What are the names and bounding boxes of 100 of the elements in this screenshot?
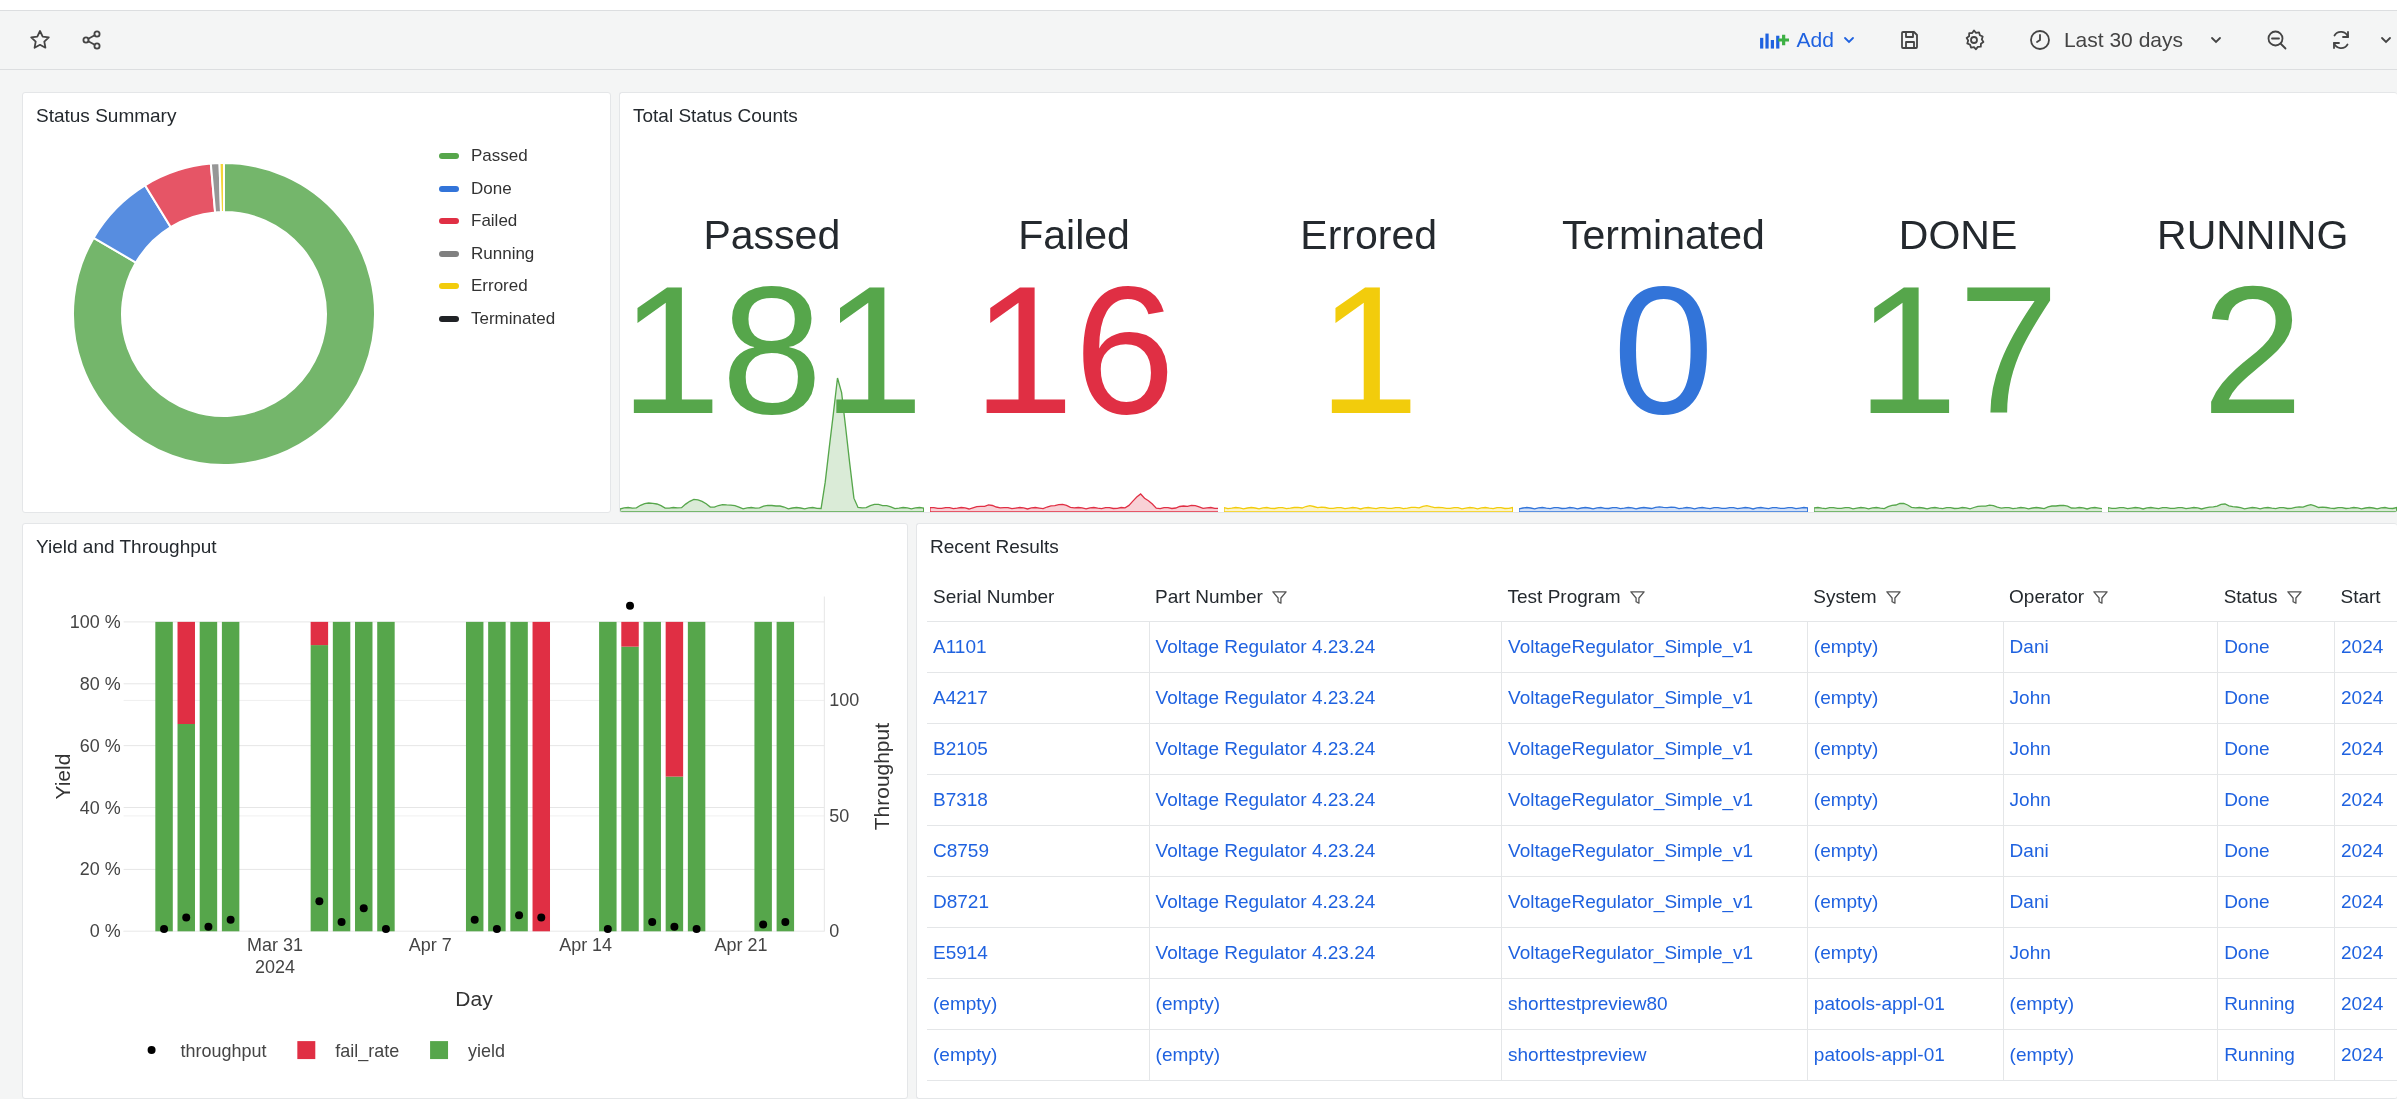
cell-link[interactable]: 2024 <box>2341 789 2384 810</box>
panel-title: Recent Results <box>929 535 1059 559</box>
cell-link[interactable]: Voltage Regulator 4.23.24 <box>1155 789 1376 810</box>
cell-link[interactable]: (empty) <box>1813 636 1879 657</box>
cell-link[interactable]: Done <box>2224 840 2270 861</box>
cell-link[interactable]: John <box>2009 942 2051 963</box>
legend-item[interactable]: Done <box>439 172 556 205</box>
cell-link[interactable]: 2024 <box>2341 1044 2384 1065</box>
cell-link[interactable]: shorttestpreview80 <box>1508 993 1668 1014</box>
cell-link[interactable]: (empty) <box>1813 942 1879 963</box>
cell-link[interactable]: Voltage Regulator 4.23.24 <box>1155 840 1376 861</box>
stat-label: Terminated <box>1561 211 1765 260</box>
legend-marker[interactable] <box>297 1041 316 1060</box>
cell-link[interactable]: (empty) <box>2009 1044 2074 1065</box>
cell-link[interactable]: (empty) <box>1813 891 1879 912</box>
cell-link[interactable]: (empty) <box>1155 1044 1220 1065</box>
legend-item[interactable]: Failed <box>439 205 556 238</box>
legend-item[interactable]: Running <box>439 237 556 270</box>
cell-link[interactable]: Voltage Regulator 4.23.24 <box>1155 942 1376 963</box>
cell-link[interactable]: A4217 <box>933 687 988 708</box>
cell-link[interactable]: Dani <box>2009 636 2049 657</box>
cell-link[interactable]: 2024 <box>2341 738 2384 759</box>
data-point <box>204 922 213 931</box>
panel-title: Total Status Counts <box>632 104 798 128</box>
cell-link[interactable]: Done <box>2224 789 2270 810</box>
cell-link[interactable]: Voltage Regulator 4.23.24 <box>1155 891 1376 912</box>
star-icon[interactable] <box>28 28 52 52</box>
cell-link[interactable]: E5914 <box>933 942 988 963</box>
cell-link[interactable]: D8721 <box>933 891 989 912</box>
cell-link[interactable]: VoltageRegulator_Simple_v1 <box>1508 840 1754 861</box>
filter-icon[interactable] <box>1270 588 1288 606</box>
cell-link[interactable]: B2105 <box>933 738 988 759</box>
cell-link[interactable]: Voltage Regulator 4.23.24 <box>1155 636 1376 657</box>
stat-value: 16 <box>972 282 1176 418</box>
tick-label: Apr 7 <box>408 935 452 956</box>
data-point <box>182 913 191 922</box>
cell-link[interactable]: Done <box>2224 942 2270 963</box>
cell-link[interactable]: Running <box>2224 993 2295 1014</box>
tick-label: 40 % <box>79 797 121 818</box>
cell-link[interactable]: B7318 <box>933 789 988 810</box>
filter-icon[interactable] <box>1884 588 1902 606</box>
legend-label[interactable]: fail_rate <box>335 1041 400 1062</box>
cell-link[interactable]: 2024 <box>2341 687 2384 708</box>
cell-link[interactable]: 2024 <box>2341 993 2384 1014</box>
cell-link[interactable]: VoltageRegulator_Simple_v1 <box>1508 636 1754 657</box>
cell-link[interactable]: patools-appl-01 <box>1813 1044 1945 1065</box>
legend-label[interactable]: yield <box>468 1041 505 1062</box>
cell-link[interactable]: (empty) <box>1813 789 1879 810</box>
cell-link[interactable]: (empty) <box>933 1044 998 1065</box>
cell-link[interactable]: C8759 <box>933 840 989 861</box>
zoom-out-icon[interactable] <box>2265 28 2289 52</box>
cell-link[interactable]: John <box>2009 738 2051 759</box>
column-header: Part Number <box>1155 586 1263 608</box>
filter-icon[interactable] <box>1628 588 1646 606</box>
legend-item[interactable]: Terminated <box>439 302 556 335</box>
cell-link[interactable]: 2024 <box>2341 942 2384 963</box>
cell-link[interactable]: Running <box>2224 1044 2295 1065</box>
cell-link[interactable]: A1101 <box>933 636 987 657</box>
stat-value: 181 <box>620 282 924 418</box>
cell-link[interactable]: Dani <box>2009 840 2049 861</box>
tick-label: Apr 21 <box>714 935 768 956</box>
cell-link[interactable]: Done <box>2224 891 2270 912</box>
axis-title: Yield <box>50 753 74 800</box>
cell-link[interactable]: VoltageRegulator_Simple_v1 <box>1508 942 1754 963</box>
cell-link[interactable]: Dani <box>2009 891 2049 912</box>
cell-link[interactable]: 2024 <box>2341 840 2384 861</box>
legend-label[interactable]: throughput <box>180 1041 267 1062</box>
cell-link[interactable]: Done <box>2224 687 2270 708</box>
add-button[interactable]: Add <box>1756 24 1858 56</box>
cell-link[interactable]: Voltage Regulator 4.23.24 <box>1155 738 1376 759</box>
legend-item[interactable]: Passed <box>439 140 556 173</box>
cell-link[interactable]: Done <box>2224 636 2270 657</box>
cell-link[interactable]: John <box>2009 789 2051 810</box>
tick-label: 60 % <box>79 735 121 756</box>
cell-link[interactable]: (empty) <box>1155 993 1220 1014</box>
cell-link[interactable]: shorttestpreview <box>1508 1044 1647 1065</box>
cell-link[interactable]: VoltageRegulator_Simple_v1 <box>1508 891 1754 912</box>
legend-marker[interactable] <box>430 1041 449 1060</box>
cell-link[interactable]: 2024 <box>2341 636 2384 657</box>
cell-link[interactable]: (empty) <box>2009 993 2074 1014</box>
cell-link[interactable]: VoltageRegulator_Simple_v1 <box>1508 687 1754 708</box>
time-range-picker[interactable]: Last 30 days <box>2025 24 2225 56</box>
cell-link[interactable]: (empty) <box>1813 840 1879 861</box>
cell-link[interactable]: VoltageRegulator_Simple_v1 <box>1508 789 1754 810</box>
cell-link[interactable]: (empty) <box>933 993 998 1014</box>
cell-link[interactable]: John <box>2009 687 2051 708</box>
legend-item[interactable]: Errored <box>439 270 556 303</box>
cell-link[interactable]: Voltage Regulator 4.23.24 <box>1155 687 1376 708</box>
data-point <box>692 925 701 933</box>
cell-link[interactable]: (empty) <box>1813 687 1879 708</box>
filter-icon[interactable] <box>2092 588 2110 606</box>
legend-marker[interactable] <box>147 1046 156 1055</box>
cell-link[interactable]: (empty) <box>1813 738 1879 759</box>
cell-link[interactable]: 2024 <box>2341 891 2384 912</box>
column-header: Operator <box>2009 586 2085 608</box>
cell-link[interactable]: Done <box>2224 738 2270 759</box>
cell-link[interactable]: VoltageRegulator_Simple_v1 <box>1508 738 1754 759</box>
cell-link[interactable]: patools-appl-01 <box>1813 993 1945 1014</box>
filter-icon[interactable] <box>2285 588 2303 606</box>
tick-label: Apr 14 <box>559 935 613 956</box>
